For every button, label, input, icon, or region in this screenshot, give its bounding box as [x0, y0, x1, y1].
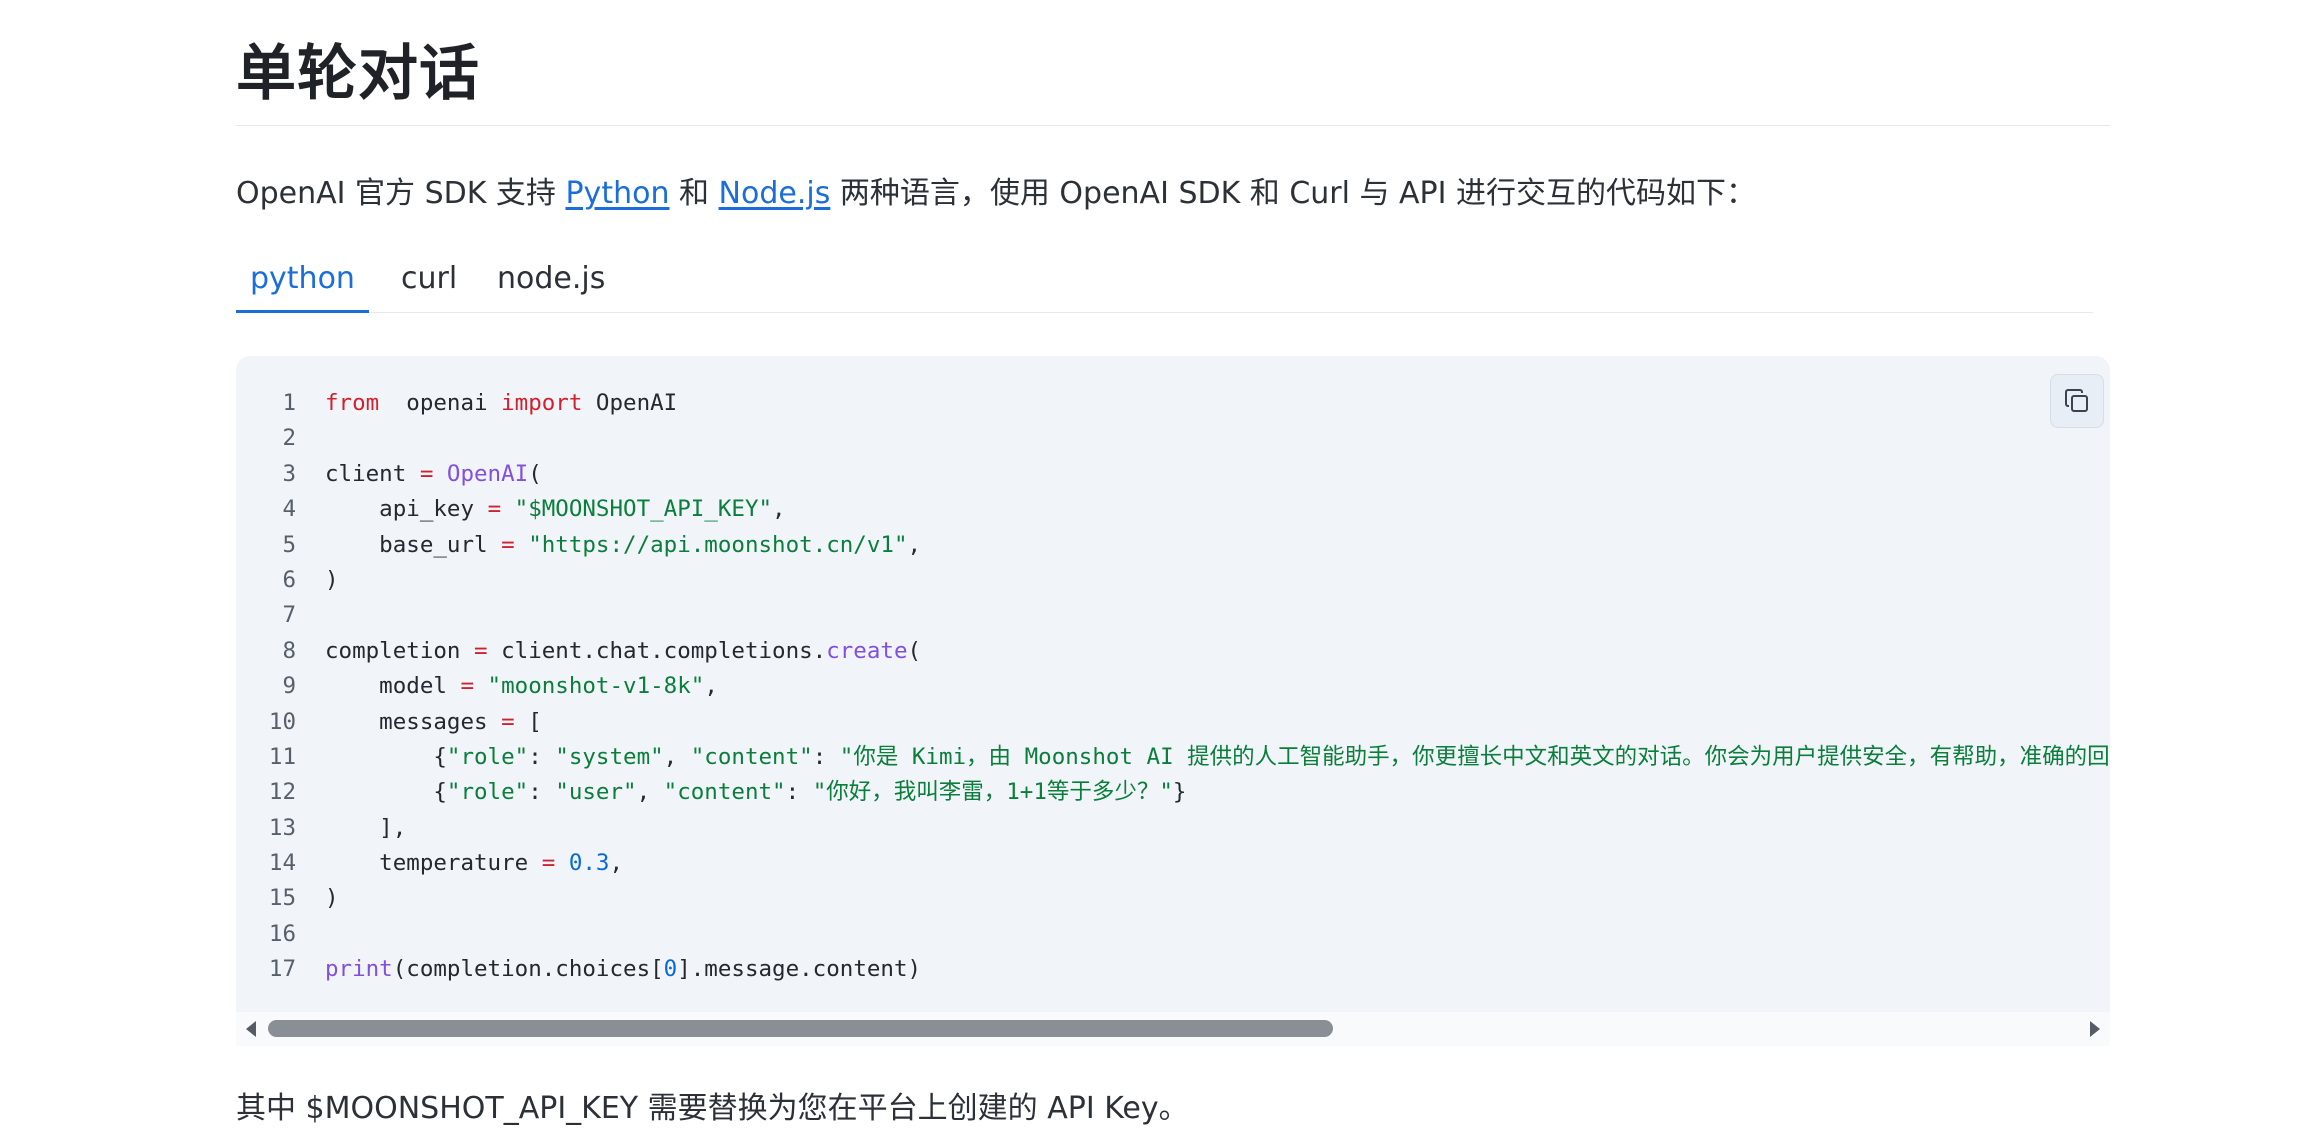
scroll-left-arrow-icon[interactable]	[246, 1021, 256, 1037]
code-text: print(completion.choices[0].message.cont…	[325, 956, 922, 983]
scroll-right-arrow-icon[interactable]	[2090, 1021, 2100, 1037]
code-line: 15)	[236, 881, 2110, 916]
python-link[interactable]: Python	[565, 176, 669, 211]
line-number: 10	[268, 708, 296, 735]
intro-prefix: OpenAI 官方 SDK 支持	[236, 176, 566, 211]
tab-curl[interactable]: curl	[387, 252, 471, 310]
language-tabs: python curl node.js	[236, 252, 2093, 313]
code-line: 16	[236, 917, 2110, 952]
code-block: 1 from openai import OpenAI 2 3 client = Ope…	[236, 356, 2110, 1046]
code-line: 9 model = "moonshot-v1-8k",	[236, 669, 2110, 704]
code-text: api_key = "$MOONSHOT_API_KEY",	[325, 496, 786, 523]
code-text: )	[325, 566, 339, 593]
line-number: 1	[282, 390, 296, 416]
intro-paragraph: OpenAI 官方 SDK 支持 Python 和 Node.js 两种语言，使…	[236, 172, 1756, 216]
code-text: {"role": "system", "content": "你是 Kimi，由…	[325, 743, 2110, 770]
code-text: from openai import OpenAI	[325, 390, 678, 416]
line-number: 8	[282, 637, 296, 664]
line-number: 7	[282, 602, 296, 629]
line-number: 14	[268, 850, 296, 877]
code-text: )	[325, 885, 339, 912]
line-number: 9	[282, 673, 296, 700]
copy-button[interactable]	[2050, 374, 2104, 428]
code-line: 13 ],	[236, 811, 2110, 846]
nodejs-link[interactable]: Node.js	[719, 176, 831, 211]
line-number: 13	[268, 814, 296, 841]
tab-nodejs[interactable]: node.js	[483, 252, 619, 310]
code-line: 4 api_key = "$MOONSHOT_API_KEY",	[236, 492, 2110, 527]
code-text: {"role": "user", "content": "你好，我叫李雷，1+1…	[325, 779, 1187, 806]
code-text: messages = [	[325, 708, 542, 735]
line-number: 16	[268, 920, 296, 947]
line-number: 17	[268, 956, 296, 983]
code-line: 17 print(completion.choices[0].message.co…	[236, 952, 2110, 987]
code-line: 7	[236, 598, 2110, 633]
line-number: 3	[282, 460, 296, 487]
api-key-note: 其中 $MOONSHOT_API_KEY 需要替换为您在平台上创建的 API K…	[236, 1091, 1189, 1126]
line-number: 6	[282, 566, 296, 593]
copy-icon	[2065, 389, 2088, 412]
line-number: 4	[282, 496, 296, 523]
line-number: 15	[268, 885, 296, 912]
code-line: 3 client = OpenAI(	[236, 457, 2110, 492]
code-line: 5 base_url = "https://api.moonshot.cn/v1…	[236, 528, 2110, 563]
code-line: 6)	[236, 563, 2110, 598]
code-line: 2	[236, 421, 2110, 456]
code-line: 14 temperature = 0.3,	[236, 846, 2110, 881]
line-number: 2	[282, 425, 296, 452]
code-line: 8 completion = client.chat.completions.cr…	[236, 634, 2110, 669]
code-text: client = OpenAI(	[325, 460, 542, 487]
code-text: temperature = 0.3,	[325, 850, 624, 877]
line-number: 5	[282, 531, 296, 558]
code-horizontal-scrollbar[interactable]	[236, 1012, 2110, 1046]
line-number: 12	[268, 779, 296, 806]
code-text: ],	[325, 814, 407, 841]
code-text: model = "moonshot-v1-8k",	[325, 673, 718, 700]
title-divider	[236, 125, 2110, 126]
code-line: 10 messages = [	[236, 705, 2110, 740]
intro-middle: 和	[669, 176, 719, 211]
scroll-thumb[interactable]	[268, 1020, 1333, 1037]
tab-python[interactable]: python	[236, 252, 369, 313]
line-number: 11	[268, 743, 296, 770]
code-text: completion = client.chat.completions.cre…	[325, 637, 922, 664]
code-text: base_url = "https://api.moonshot.cn/v1",	[325, 531, 922, 558]
code-content: 1 from openai import OpenAI 2 3 client = Ope…	[236, 386, 2110, 988]
page-title: 单轮对话	[236, 39, 480, 109]
intro-suffix: 两种语言，使用 OpenAI SDK 和 Curl 与 API 进行交互的代码如…	[830, 176, 1757, 211]
code-line: 1 from openai import OpenAI	[236, 386, 2110, 421]
code-line: 11 {"role": "system", "content": "你是 Kim…	[236, 740, 2110, 775]
code-line: 12 {"role": "user", "content": "你好，我叫李雷，…	[236, 775, 2110, 810]
